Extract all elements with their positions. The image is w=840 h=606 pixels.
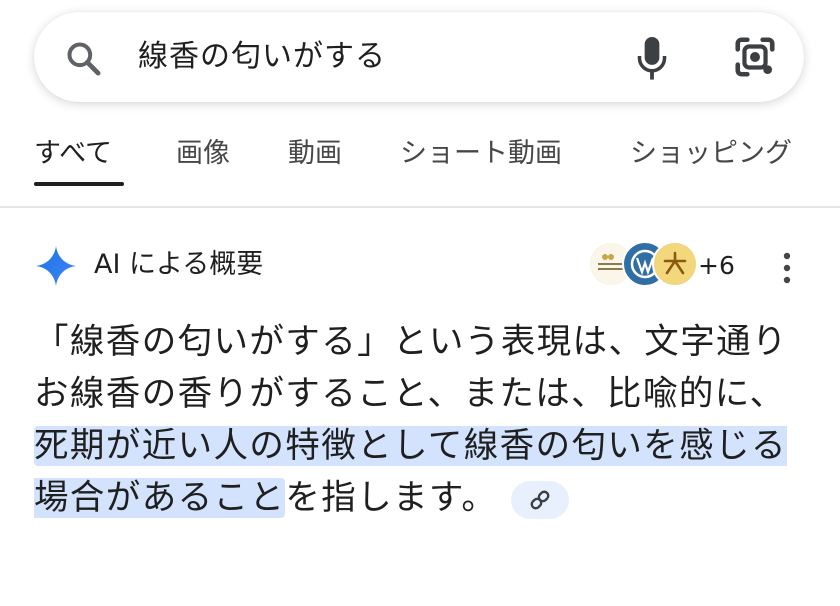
- search-query[interactable]: 線香の匂いがする: [138, 32, 386, 82]
- tab-short-videos[interactable]: ショート動画: [400, 132, 562, 176]
- search-icon[interactable]: [64, 39, 104, 79]
- source-link-button[interactable]: [511, 480, 570, 519]
- tab-all[interactable]: すべて: [34, 132, 112, 176]
- ai-overview-title: AI による概要: [94, 249, 264, 280]
- camera-lens-icon[interactable]: [732, 34, 778, 80]
- overview-text-intro: 「線香の匂いがする」という表現は、文字通りお線香の香りがすること、または、比喩的…: [34, 322, 788, 414]
- tab-videos[interactable]: 動画: [288, 132, 342, 176]
- link-icon: [530, 490, 550, 509]
- overview-text-outro: を指します。: [285, 478, 498, 518]
- tabs-divider: [0, 206, 840, 208]
- active-tab-indicator: [34, 182, 124, 186]
- more-options-icon[interactable]: [774, 248, 800, 288]
- search-bar[interactable]: 線香の匂いがする: [34, 12, 804, 102]
- tab-images[interactable]: 画像: [176, 132, 230, 176]
- source-avatars[interactable]: +6: [588, 241, 748, 291]
- search-tabs: すべて 画像 動画 ショート動画 ショッピング: [0, 120, 840, 190]
- tab-shopping[interactable]: ショッピング: [630, 132, 792, 176]
- mic-icon[interactable]: [634, 34, 670, 84]
- more-sources-count[interactable]: +6: [698, 241, 735, 291]
- gemini-sparkle-icon: [35, 245, 77, 287]
- ai-overview-text: 「線香の匂いがする」という表現は、文字通りお線香の香りがすること、または、比喩的…: [34, 316, 809, 524]
- source-logo-3[interactable]: [652, 241, 698, 287]
